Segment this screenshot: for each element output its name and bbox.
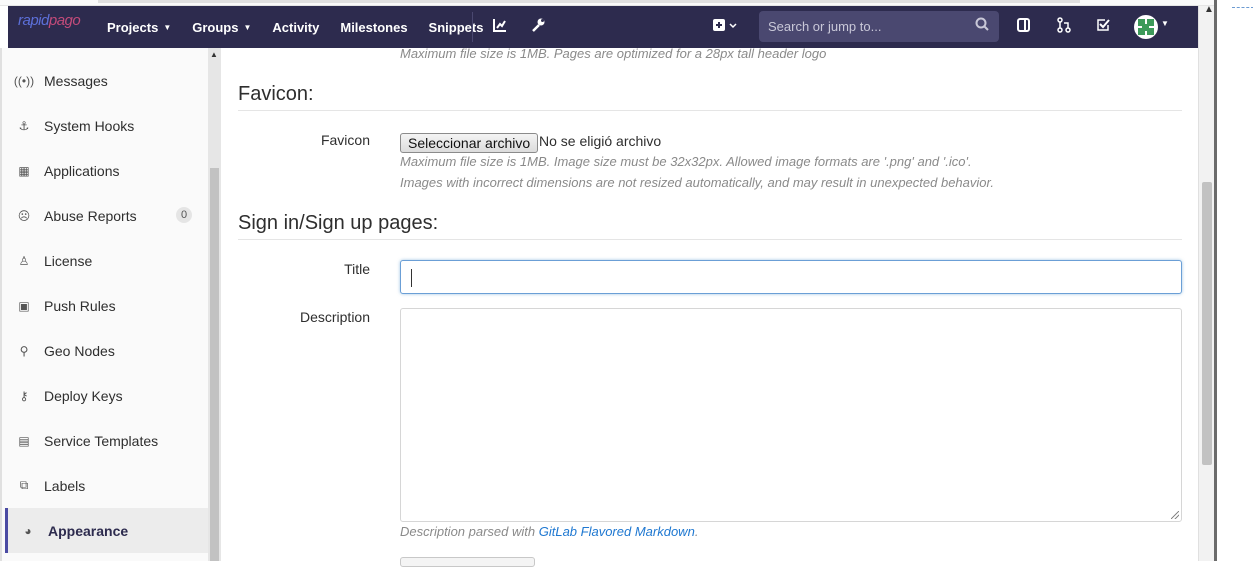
todo-sidebar-icon[interactable] [1016, 17, 1032, 36]
sidebar-item-applications[interactable]: ▦ Applications [4, 148, 208, 193]
markdown-link[interactable]: GitLab Flavored Markdown [539, 524, 695, 539]
template-icon: ▤ [18, 433, 30, 448]
sidebar-item-label: Geo Nodes [44, 342, 115, 359]
push-rules-icon: ▣ [18, 298, 30, 313]
favicon-hint: Maximum file size is 1MB. Image size mus… [400, 154, 972, 169]
sidebar-item-geo-nodes[interactable]: ⚲ Geo Nodes [4, 328, 208, 373]
avatar[interactable] [1134, 15, 1158, 39]
sidebar-item-system-hooks[interactable]: ⚓ System Hooks [4, 103, 208, 148]
nav-milestones[interactable]: Milestones [340, 20, 407, 35]
sidebar-item-deploy-keys[interactable]: ⚷ Deploy Keys [4, 373, 208, 418]
merge-request-icon[interactable] [1056, 17, 1072, 36]
chevron-down-icon: ▼ [163, 22, 172, 32]
flag-icon: ☹ [17, 208, 31, 223]
sidebar-item-labels[interactable]: ⧉ Labels [4, 463, 208, 508]
wrench-icon[interactable] [530, 17, 546, 36]
sidebar-item-messages[interactable]: ((•)) Messages [4, 58, 208, 103]
top-navbar: rapidpago Projects ▼ Groups ▼ Activity Mil… [8, 6, 1198, 48]
header-logo-hint: Maximum file size is 1MB. Pages are opti… [400, 46, 827, 61]
signin-section-title: Sign in/Sign up pages: [238, 212, 439, 234]
description-field[interactable] [400, 308, 1182, 522]
map-pin-icon: ⚲ [19, 343, 29, 358]
sidebar-item-label: Applications [44, 162, 120, 179]
broadcast-icon: ((•)) [13, 73, 35, 88]
brand-logo[interactable]: rapidpago [18, 12, 81, 29]
nav-snippets[interactable]: Snippets [429, 20, 484, 35]
sidebar-item-label: Service Templates [44, 432, 159, 449]
title-field[interactable] [400, 260, 1182, 294]
page-scrollbar[interactable] [1198, 6, 1214, 561]
plus-square-icon[interactable] [712, 17, 740, 36]
chevron-down-icon[interactable]: ▼ [1161, 19, 1169, 28]
sidebar-item-service-templates[interactable]: ▤ Service Templates [4, 418, 208, 463]
sidebar-item-label: System Hooks [44, 117, 135, 134]
nav-label: Snippets [428, 19, 484, 35]
search-placeholder: Search or jump to... [768, 19, 882, 34]
nav-projects[interactable]: Projects ▼ [107, 20, 171, 35]
description-label: Description [299, 309, 370, 325]
nav-divider [472, 12, 473, 42]
search-input[interactable]: Search or jump to... [759, 11, 999, 42]
certificate-icon: ♙ [18, 253, 30, 268]
sidebar-item-label: Messages [44, 72, 108, 89]
todo-check-icon[interactable] [1095, 17, 1111, 36]
sidebar-item-label: Deploy Keys [44, 387, 123, 404]
sidebar-item-label: License [44, 252, 93, 269]
scroll-up-arrow-icon[interactable]: ▲ [210, 50, 218, 59]
hint-text: Description parsed with [400, 524, 539, 539]
sidebar-scrollbar[interactable]: ▲ [208, 48, 221, 561]
tab-strip [98, 0, 1080, 3]
logo-text-accent: pago [48, 12, 81, 29]
sidebar-item-label: Abuse Reports [44, 207, 137, 224]
nav-groups[interactable]: Groups ▼ [192, 20, 251, 35]
sidebar-item-abuse-reports[interactable]: ☹ Abuse Reports 0 [4, 193, 208, 238]
labels-icon: ⧉ [19, 478, 29, 492]
section-divider [238, 239, 1182, 240]
sidebar-item-license[interactable]: ♙ License [4, 238, 208, 283]
hint-text: . [694, 524, 699, 539]
scroll-up-arrow-icon[interactable]: ▲ [1204, 4, 1214, 15]
title-label: Title [344, 261, 370, 277]
resize-grip-icon[interactable] [1171, 511, 1179, 519]
nav-label: Projects [107, 19, 159, 35]
logo-text: rapid [18, 12, 49, 29]
chevron-down-icon: ▼ [243, 22, 252, 32]
description-hint: Description parsed with GitLab Flavored … [400, 524, 698, 539]
nav-label: Activity [272, 19, 320, 35]
sidebar-item-label: Push Rules [44, 297, 116, 314]
choose-file-button[interactable]: Seleccionar archivo [400, 133, 539, 153]
sidebar-item-label: Appearance [48, 522, 129, 539]
nav-activity[interactable]: Activity [272, 20, 319, 35]
nav-label: Groups [192, 19, 239, 35]
section-divider [238, 110, 1182, 111]
count-badge: 0 [176, 207, 193, 223]
favicon-dimension-hint: Images with incorrect dimensions are not… [400, 175, 994, 190]
admin-sidebar: ((•)) Messages ⚓ System Hooks ▦ Application… [0, 48, 208, 561]
favicon-label: Favicon [320, 132, 370, 148]
palette-icon: ◕ [24, 523, 32, 538]
favicon-section-title: Favicon: [238, 83, 314, 105]
search-icon [975, 17, 989, 34]
sidebar-item-appearance[interactable]: ◕ Appearance [5, 508, 208, 553]
dashed-selection [1232, 7, 1253, 8]
scrollbar-thumb[interactable] [1202, 182, 1212, 465]
main-nav: Projects ▼ Groups ▼ Activity Milestones Sn… [107, 6, 504, 48]
file-status-text: No se eligió archivo [539, 133, 662, 149]
nav-label: Milestones [340, 19, 408, 35]
sidebar-item-label: Labels [44, 477, 86, 494]
key-icon: ⚷ [19, 388, 29, 403]
hook-icon: ⚓ [18, 118, 30, 133]
scrollbar-thumb[interactable] [210, 168, 219, 561]
sidebar-item-push-rules[interactable]: ▣ Push Rules [4, 283, 208, 328]
partial-button[interactable] [400, 557, 535, 567]
adjacent-window: ▲ [1204, 0, 1253, 561]
grid-icon: ▦ [18, 163, 30, 178]
text-cursor [411, 269, 412, 287]
chart-icon[interactable] [492, 17, 508, 36]
